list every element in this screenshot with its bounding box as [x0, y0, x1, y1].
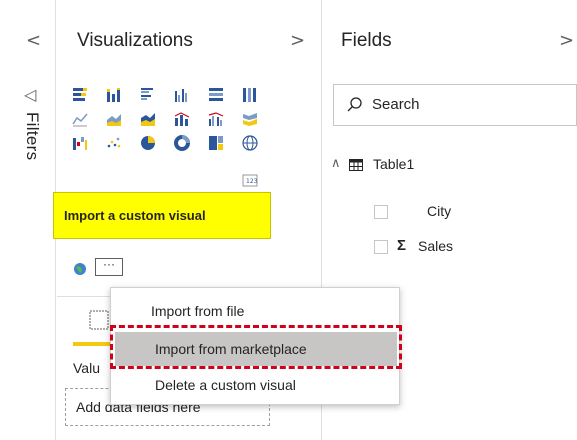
import-custom-visual-tooltip: Import a custom visual [53, 192, 271, 239]
import-from-file-menu-item[interactable]: Import from file [111, 296, 401, 326]
sales-checkbox[interactable] [374, 240, 388, 254]
field-sales[interactable]: Sales [418, 238, 453, 254]
stacked-bar-chart-icon[interactable] [71, 86, 89, 104]
custom-visual-context-menu: Import from file Import from marketplace… [110, 287, 400, 405]
stacked-column-chart-icon[interactable] [105, 86, 123, 104]
chevron-left-icon[interactable]: < [26, 30, 41, 51]
table-icon [349, 159, 363, 171]
more-options-button[interactable]: ··· [95, 258, 123, 276]
delete-custom-visual-menu-item[interactable]: Delete a custom visual [111, 370, 401, 400]
area-chart-icon[interactable] [105, 110, 123, 128]
search-placeholder: Search [372, 96, 420, 113]
stacked-area-chart-icon[interactable] [139, 110, 157, 128]
values-label: Valu [73, 360, 100, 376]
line-chart-icon[interactable] [71, 110, 89, 128]
fields-well-icon[interactable] [89, 310, 109, 330]
search-input[interactable]: Search [333, 84, 577, 126]
table-name[interactable]: Table1 [373, 156, 414, 172]
map-icon[interactable] [241, 134, 259, 152]
pie-chart-icon[interactable] [139, 134, 157, 152]
sigma-icon: Σ [397, 237, 407, 254]
waterfall-chart-icon[interactable] [71, 134, 89, 152]
scatter-chart-icon[interactable] [105, 134, 123, 152]
clustered-column-chart-icon[interactable] [173, 86, 191, 104]
import-from-marketplace-menu-item[interactable]: Import from marketplace [115, 332, 397, 366]
donut-chart-icon[interactable] [173, 134, 191, 152]
filters-label[interactable]: Filters [22, 112, 42, 160]
100-percent-column-chart-icon[interactable] [241, 86, 259, 104]
100-percent-bar-chart-icon[interactable] [207, 86, 225, 104]
funnel-icon: ◁ [24, 85, 37, 104]
collapse-caret-icon[interactable]: ∧ [331, 156, 341, 171]
svg-text:123: 123 [246, 178, 258, 185]
card-icon[interactable]: 123 [241, 172, 259, 190]
globe-custom-visual-icon[interactable] [71, 260, 89, 278]
chevron-right-icon[interactable]: > [290, 30, 305, 51]
ribbon-chart-icon[interactable] [241, 110, 259, 128]
line-and-column-chart-icon[interactable] [173, 110, 191, 128]
clustered-bar-chart-icon[interactable] [139, 86, 157, 104]
search-icon [347, 97, 362, 112]
chevron-right-icon[interactable]: > [559, 30, 574, 51]
fields-title: Fields [341, 30, 392, 51]
filters-rail: < ◁ Filters [0, 0, 56, 440]
line-and-clustered-column-icon[interactable] [207, 110, 225, 128]
field-city[interactable]: City [427, 203, 451, 219]
city-checkbox[interactable] [374, 205, 388, 219]
visualizations-title: Visualizations [77, 30, 193, 51]
treemap-icon[interactable] [207, 134, 225, 152]
